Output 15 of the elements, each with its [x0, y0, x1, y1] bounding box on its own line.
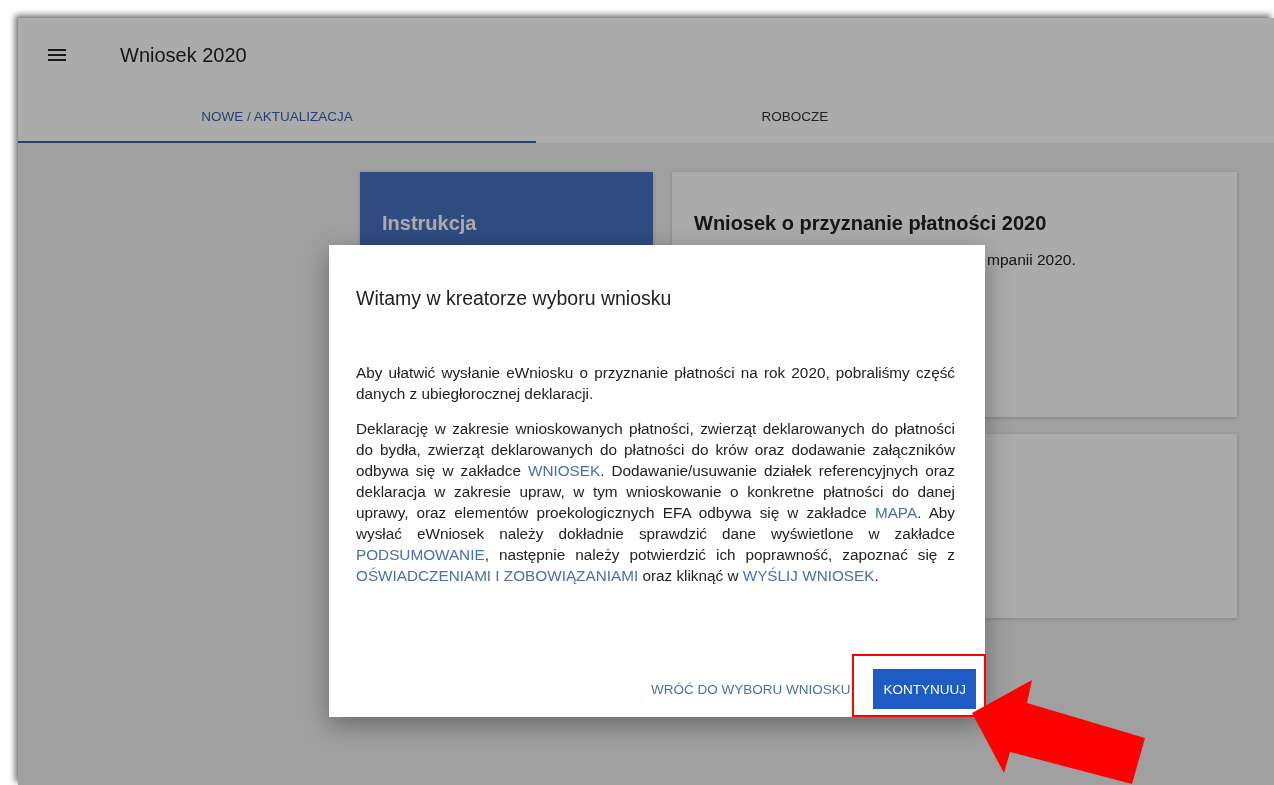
dialog-paragraph: Aby ułatwić wysłanie eWniosku o przyznanie płatności na rok 2020, pobraliśmy część danych z ubiegłorocznej deklaracji.	[356, 363, 955, 404]
text-link[interactable]: OŚWIADCZENIAMI I ZOBOWIĄZANIAMI	[356, 567, 639, 584]
card-title: Wniosek o przyznanie płatności 2020	[694, 212, 1048, 235]
back-button[interactable]: WRÓĆ DO WYBORU WNIOSKU	[642, 669, 860, 709]
tab[interactable]: ROBOCZE	[536, 92, 1054, 143]
text-link[interactable]: WYŚLIJ WNIOSEK	[742, 567, 875, 584]
continue-button[interactable]: KONTYNUUJ	[873, 669, 976, 709]
card-description: mpanii 2020.	[986, 251, 1077, 269]
card-title: Instrukcja	[382, 212, 477, 234]
dialog-paragraph: Deklarację w zakresie wnioskowanych płatności, zwierząt deklarowanych do płatności do bydła, zwierząt deklarowanych do płatności do krów oraz dodawanie załączników odbywa się w zakładce WNIOSEK. Dodawanie/usuwanie działek referencyjnych oraz deklaracja w zakresie upraw, w tym wnioskowanie o konkretne płatności do danej uprawy, oraz elementów proekologicznych EFA odbywa się w zakładce MAPA. Aby wysłać eWniosek należy dokładnie sprawdzić dane wyświetlone w zakładce PODSUMOWANIE, następnie należy potwierdzić ich poprawność, zapoznać się z OŚWIADCZENIAMI I ZOBOWIĄZANIAMI oraz kliknąć w WYŚLIJ WNIOSEK.	[356, 419, 955, 586]
tab[interactable]: NOWE / AKTUALIZACJA	[18, 92, 536, 143]
dialog-title: Witamy w kreatorze wyboru wniosku	[356, 287, 673, 310]
app-title: Wniosek 2020	[120, 43, 247, 67]
text-link[interactable]: PODSUMOWANIE	[356, 546, 485, 563]
menu-icon[interactable]	[48, 49, 66, 61]
